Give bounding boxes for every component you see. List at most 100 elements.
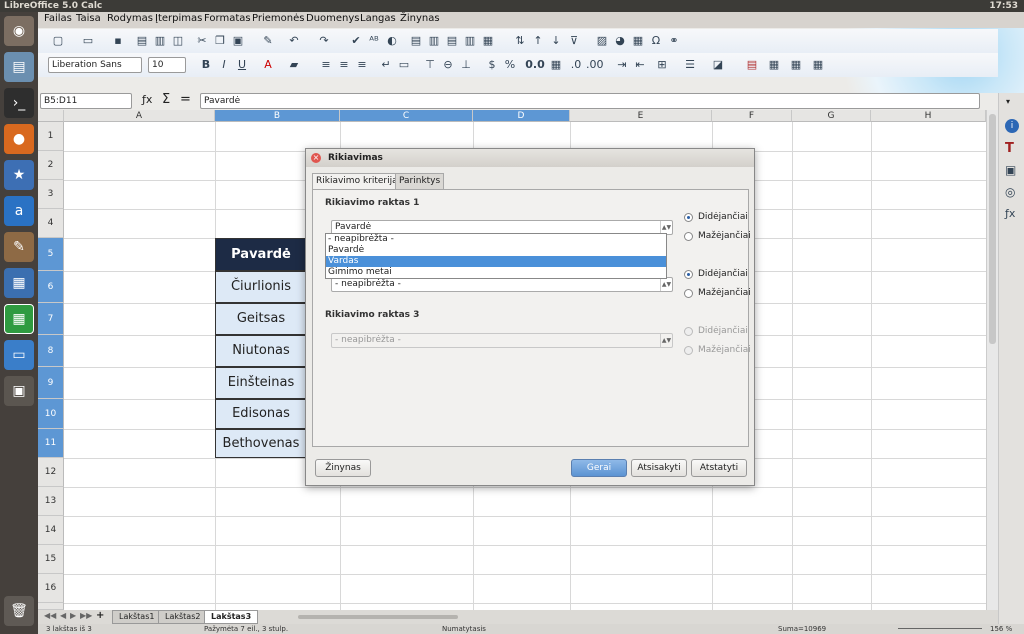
gallery-icon[interactable]: ▣ [1005,163,1016,177]
border-color-icon[interactable]: ◪ [710,57,726,73]
grid-style-icon[interactable]: ▦ [810,57,826,73]
column-header[interactable]: B [215,110,340,122]
list-item[interactable]: - neapibrėžta - [326,234,666,245]
row-header[interactable]: 1 [38,122,64,151]
menu-edit[interactable]: Taisa [76,13,101,24]
currency-icon[interactable]: $ [484,57,500,73]
calc-icon[interactable]: ▦ [4,304,34,334]
column-header[interactable]: F [712,110,792,122]
menu-view[interactable]: Rodymas [107,13,153,24]
image-icon[interactable]: ▨ [594,33,610,49]
menu-format[interactable]: Formatas [204,13,251,24]
list-item[interactable]: Gimimo metai [326,267,666,278]
row-header[interactable]: 2 [38,151,64,180]
terminal-icon[interactable]: ›_ [4,88,34,118]
spellcheck-icon[interactable]: ✔ [348,33,364,49]
row-header[interactable]: 3 [38,180,64,209]
pivot-icon[interactable]: ▦ [630,33,646,49]
menu-help[interactable]: Žinynas [400,13,440,24]
row-icon[interactable]: ▤ [408,33,424,49]
chart-icon[interactable]: ◕ [612,33,628,49]
font-color-icon[interactable]: A [260,57,276,73]
sheet-tab[interactable]: Lakštas2 [158,610,208,624]
workspaces-icon[interactable]: ▣ [4,376,34,406]
column-header[interactable]: D [473,110,570,122]
trash-icon[interactable]: 🗑 [4,596,34,626]
sidebar-menu-icon[interactable]: ▾ [1006,97,1010,106]
new-icon[interactable]: ▢ [50,33,66,49]
function-wizard-icon[interactable]: ƒx [142,93,152,106]
autofilter-icon[interactable]: ⊽ [566,33,582,49]
sheet-tab[interactable]: Lakštas1 [112,610,162,624]
status-page-style[interactable]: Numatytasis [442,624,486,634]
font-size-box[interactable]: 10 [148,57,186,73]
bold-icon[interactable]: B [198,57,214,73]
properties-icon[interactable]: i [1005,119,1019,133]
print-icon[interactable]: ▥ [152,33,168,49]
horizontal-scrollbar[interactable] [298,615,458,619]
next-sheet-icon[interactable]: ▶ [70,611,76,620]
column-header[interactable]: H [871,110,986,122]
vertical-scrollbar[interactable] [986,110,998,610]
conditional-format-icon[interactable]: ▤ [744,57,760,73]
undo-icon[interactable]: ↶ [286,33,302,49]
menu-data[interactable]: Duomenys [306,13,360,24]
row-header[interactable]: 6 [38,271,64,303]
number-format-label[interactable]: 0.0 [524,57,546,73]
menu-file[interactable]: Failas [44,13,72,24]
clone-format-icon[interactable]: ✎ [260,33,276,49]
delete-row-icon[interactable]: ▤ [444,33,460,49]
tab-options[interactable]: Parinktys [395,173,445,189]
table-style-icon[interactable]: ▦ [788,57,804,73]
align-middle-icon[interactable]: ⊖ [440,57,456,73]
ok-button[interactable]: Gerai [571,459,627,477]
software-center-icon[interactable]: ★ [4,160,34,190]
tab-sort-criteria[interactable]: Rikiavimo kriterijai [312,173,405,190]
row-header[interactable]: 4 [38,209,64,238]
indent-icon[interactable]: ⇥ [614,57,630,73]
row-header[interactable]: 11 [38,429,64,458]
border-style-icon[interactable]: ☰ [682,57,698,73]
scroll-thumb[interactable] [989,114,996,344]
align-bottom-icon[interactable]: ⊥ [458,57,474,73]
column-header[interactable]: C [340,110,473,122]
navigator-icon[interactable]: ◎ [1005,185,1015,199]
firefox-icon[interactable]: ● [4,124,34,154]
align-right-icon[interactable]: ≡ [354,57,370,73]
list-item[interactable]: Pavardė [326,245,666,256]
date-icon[interactable]: ▦ [548,57,564,73]
row-header[interactable]: 14 [38,516,64,545]
reset-button[interactable]: Atstatyti [691,459,747,477]
column-header[interactable]: E [570,110,712,122]
cancel-button[interactable]: Atsisakyti [631,459,687,477]
styles-sidebar-icon[interactable]: T [1005,141,1014,156]
last-sheet-icon[interactable]: ▶▶ [80,611,92,620]
italic-icon[interactable]: I [216,57,232,73]
hyperlink-icon[interactable]: ⚭ [666,33,682,49]
dash-icon[interactable]: ◉ [4,16,34,46]
paste-icon[interactable]: ▣ [230,33,246,49]
autospell-icon[interactable]: ᴬᴮ [366,33,382,49]
table-cell[interactable]: Edisonas [215,399,307,429]
sheet-tab-active[interactable]: Lakštas3 [204,610,259,624]
list-item-highlighted[interactable]: Vardas [326,256,666,267]
wrap-text-icon[interactable]: ↵ [378,57,394,73]
table-cell[interactable]: Bethovenas [215,429,307,458]
merge-cells-icon[interactable]: ▭ [396,57,412,73]
printer-icon[interactable]: ▤ [4,52,34,82]
row-header[interactable]: 8 [38,335,64,367]
align-left-icon[interactable]: ≡ [318,57,334,73]
corner-select-all[interactable] [38,110,64,122]
open-icon[interactable]: ▭ [80,33,96,49]
row-header[interactable]: 16 [38,574,64,603]
column-header[interactable]: A [64,110,215,122]
redo-icon[interactable]: ↷ [316,33,332,49]
percent-icon[interactable]: % [502,57,518,73]
menu-insert[interactable]: Įterpimas [155,13,202,24]
status-sum[interactable]: Suma=10969 [778,624,826,634]
name-box[interactable]: B5:D11 [40,93,132,109]
formula-icon[interactable]: = [180,92,191,107]
close-icon[interactable]: × [311,153,321,163]
print-preview-icon[interactable]: ◫ [170,33,186,49]
align-top-icon[interactable]: ⊤ [422,57,438,73]
